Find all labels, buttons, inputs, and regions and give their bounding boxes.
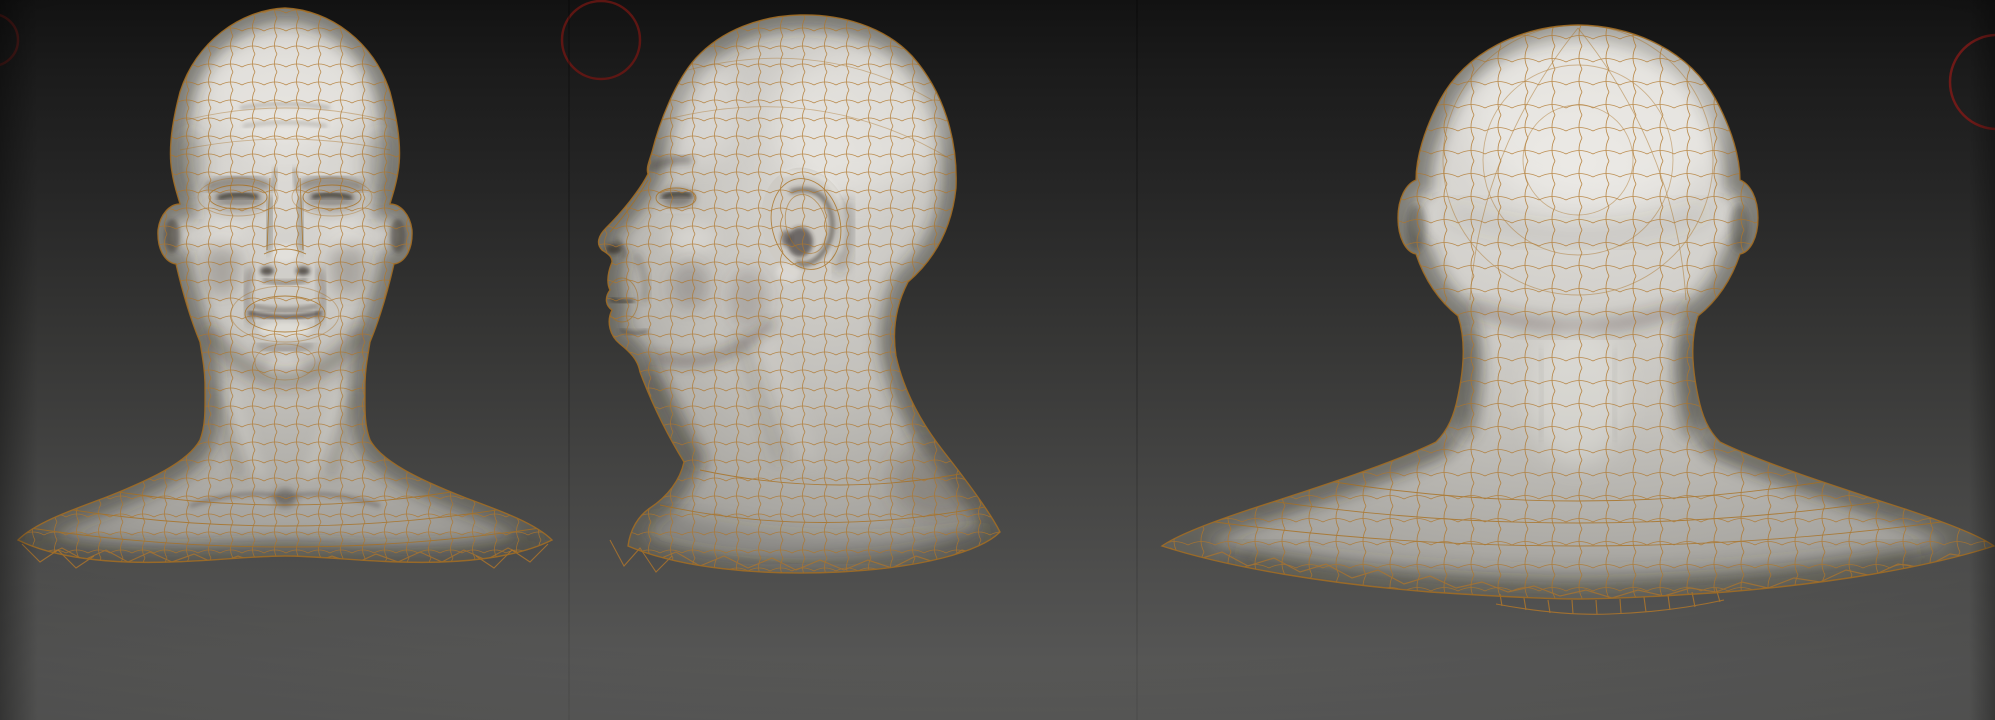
cursor-ring-right-edge: [1948, 33, 1995, 131]
sculpt-viewport: [0, 0, 1995, 720]
back-wireframe: [1162, 25, 1994, 599]
cursor-ring-top-left: [0, 13, 20, 67]
side-view[interactable]: [570, 0, 1136, 720]
cursor-ring-center: [560, 0, 642, 81]
sculpt-canvas[interactable]: [0, 0, 1995, 720]
side-wireframe: [598, 14, 1000, 573]
back-view[interactable]: [1136, 0, 1995, 720]
front-wireframe: [18, 8, 552, 563]
front-view[interactable]: [0, 0, 570, 720]
